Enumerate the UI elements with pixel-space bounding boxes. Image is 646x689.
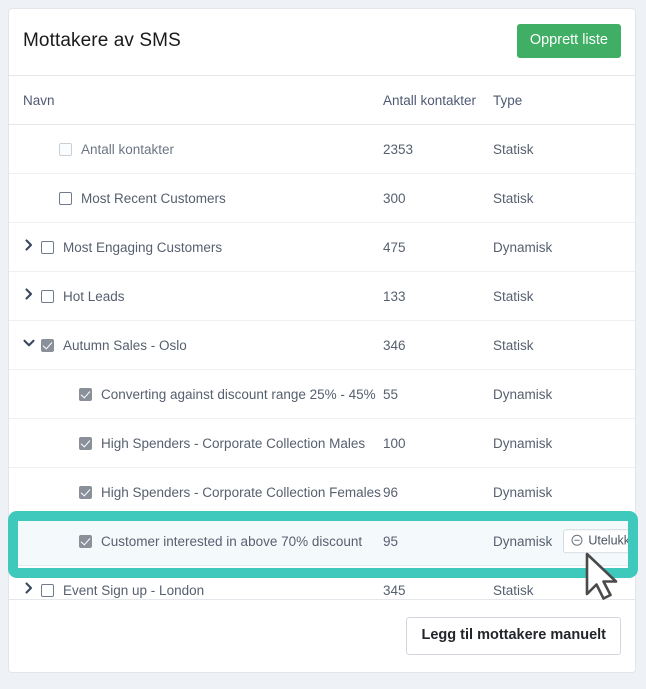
cell-type: Dynamisk <box>489 468 636 517</box>
cell-contact-count: 346 <box>381 321 489 370</box>
row-checkbox[interactable] <box>41 241 54 254</box>
row-checkbox[interactable] <box>41 290 54 303</box>
row-name-label: Customer interested in above 70% discoun… <box>101 534 362 549</box>
table-row[interactable]: High Spenders - Corporate Collection Fem… <box>9 468 636 517</box>
table-row[interactable]: Most Engaging Customers 475 Dynamisk <box>9 223 636 272</box>
cell-name: Autumn Sales - Oslo <box>9 321 381 370</box>
type-label: Dynamisk <box>493 485 552 500</box>
cell-name: Customer interested in above 70% discoun… <box>9 517 381 566</box>
row-name-label: Autumn Sales - Oslo <box>63 338 187 353</box>
cell-type: Statisk <box>489 272 636 321</box>
table-row[interactable]: Most Recent Customers 300 Statisk <box>9 174 636 223</box>
table-row[interactable]: High Spenders - Corporate Collection Mal… <box>9 419 636 468</box>
cell-contact-count: 133 <box>381 272 489 321</box>
row-name-label: Event Sign up - London <box>63 583 204 598</box>
cell-type: Statisk <box>489 321 636 370</box>
cell-type: Dynamisk <box>489 419 636 468</box>
cell-type: Dynamisk Utelukke <box>489 517 636 566</box>
row-name-label: Most Engaging Customers <box>63 240 222 255</box>
type-label: Statisk <box>493 338 534 353</box>
cell-name: Converting against discount range 25% - … <box>9 370 381 419</box>
row-indent-spacer <box>61 533 77 549</box>
row-checkbox[interactable] <box>79 535 92 548</box>
recipients-table: Navn Antall kontakter Type Antall kontak… <box>9 76 636 615</box>
row-name-label: Converting against discount range 25% - … <box>101 387 376 402</box>
row-checkbox[interactable] <box>59 192 72 205</box>
column-header-name: Navn <box>9 76 381 125</box>
table-row[interactable]: Autumn Sales - Oslo 346 Statisk <box>9 321 636 370</box>
table-header: Navn Antall kontakter Type <box>9 76 636 125</box>
add-recipients-manually-button[interactable]: Legg til mottakere manuelt <box>406 617 621 655</box>
cell-name: High Spenders - Corporate Collection Fem… <box>9 468 381 517</box>
create-list-button[interactable]: Opprett liste <box>517 24 621 58</box>
type-label: Dynamisk <box>493 534 552 549</box>
type-label: Statisk <box>493 289 534 304</box>
table-body: Antall kontakter2353StatiskMost Recent C… <box>9 125 636 615</box>
card-header: Mottakere av SMS Opprett liste <box>9 9 635 76</box>
table-row[interactable]: Customer interested in above 70% discoun… <box>9 517 636 566</box>
row-name-label: High Spenders - Corporate Collection Fem… <box>101 485 381 500</box>
row-indent-spacer <box>61 435 77 451</box>
row-name-label: Most Recent Customers <box>81 191 226 206</box>
type-label: Dynamisk <box>493 387 552 402</box>
page-title: Mottakere av SMS <box>23 30 181 52</box>
row-indent-spacer <box>41 190 57 206</box>
cell-contact-count: 300 <box>381 174 489 223</box>
row-name-label: Antall kontakter <box>81 142 174 157</box>
cell-name: Antall kontakter <box>9 125 381 174</box>
type-label: Statisk <box>493 583 534 598</box>
chevron-right-icon[interactable] <box>23 288 39 304</box>
cell-type: Statisk <box>489 174 636 223</box>
cell-name: High Spenders - Corporate Collection Mal… <box>9 419 381 468</box>
type-label: Statisk <box>493 191 534 206</box>
cell-name: Most Engaging Customers <box>9 223 381 272</box>
minus-circle-icon <box>571 535 583 547</box>
column-header-count: Antall kontakter <box>381 76 489 125</box>
row-checkbox[interactable] <box>79 437 92 450</box>
cell-contact-count: 55 <box>381 370 489 419</box>
exclude-button[interactable]: Utelukke <box>563 529 636 553</box>
cell-contact-count: 2353 <box>381 125 489 174</box>
exclude-button-label: Utelukke <box>588 534 636 547</box>
row-checkbox <box>59 143 72 156</box>
table-row[interactable]: Converting against discount range 25% - … <box>9 370 636 419</box>
type-label: Dynamisk <box>493 436 552 451</box>
row-indent-spacer <box>41 141 57 157</box>
row-checkbox[interactable] <box>79 388 92 401</box>
cell-contact-count: 475 <box>381 223 489 272</box>
type-label: Dynamisk <box>493 240 552 255</box>
row-checkbox[interactable] <box>79 486 92 499</box>
row-checkbox[interactable] <box>41 339 54 352</box>
chevron-right-icon[interactable] <box>23 239 39 255</box>
row-name-label: High Spenders - Corporate Collection Mal… <box>101 436 365 451</box>
cell-contact-count: 100 <box>381 419 489 468</box>
table-row[interactable]: Hot Leads 133 Statisk <box>9 272 636 321</box>
cell-name: Hot Leads <box>9 272 381 321</box>
recipients-card: Mottakere av SMS Opprett liste Navn Anta… <box>8 8 636 673</box>
cell-type: Dynamisk <box>489 370 636 419</box>
row-indent-spacer <box>61 484 77 500</box>
table-row[interactable]: Antall kontakter 2353 Statisk <box>9 125 636 174</box>
cell-type: Dynamisk <box>489 223 636 272</box>
row-checkbox[interactable] <box>41 584 54 597</box>
table-header-row: Navn Antall kontakter Type <box>9 76 636 125</box>
type-label: Statisk <box>493 142 534 157</box>
cell-name: Most Recent Customers <box>9 174 381 223</box>
card-footer: Legg til mottakere manuelt <box>9 599 635 672</box>
cell-contact-count: 95 <box>381 517 489 566</box>
cell-contact-count: 96 <box>381 468 489 517</box>
chevron-right-icon[interactable] <box>23 582 39 598</box>
chevron-down-icon[interactable] <box>23 337 39 353</box>
column-header-type: Type <box>489 76 636 125</box>
row-name-label: Hot Leads <box>63 289 125 304</box>
cell-type: Statisk <box>489 125 636 174</box>
row-indent-spacer <box>61 386 77 402</box>
